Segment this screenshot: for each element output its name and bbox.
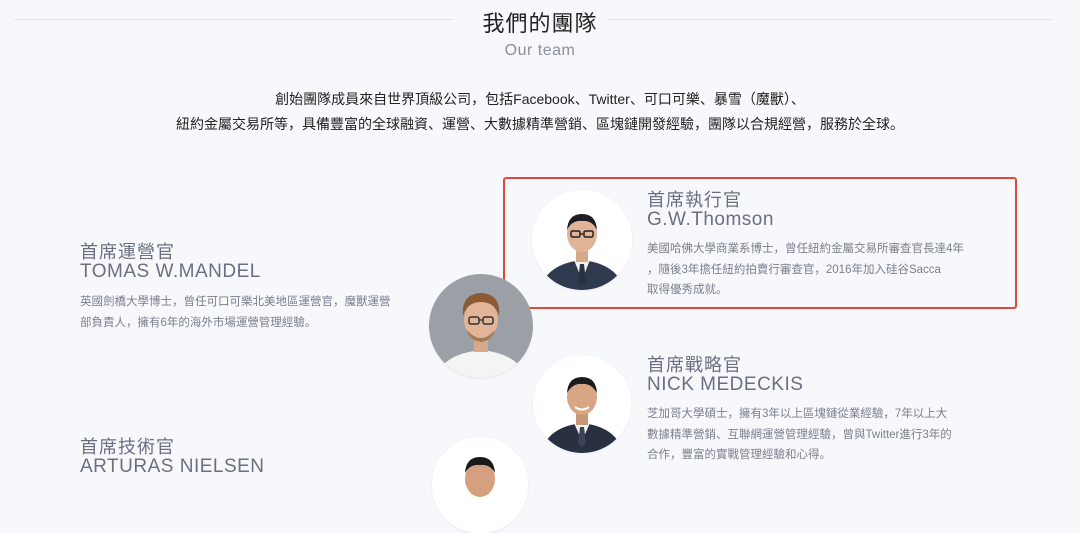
ceo-avatar (532, 190, 632, 290)
cso-name: NICK MEDECKIS (647, 374, 804, 395)
cso-avatar (533, 355, 631, 453)
cto-avatar (432, 437, 528, 533)
cso-description: 芝加哥大學碩士，擁有3年以上區塊鏈從業經驗，7年以上大 數據精準營銷、互聯網運營… (647, 408, 952, 461)
section-title: 我們的團隊 (482, 11, 598, 36)
intro-line-2: 紐約金屬交易所等，具備豐富的全球融資、運營、大數據精準營銷、區塊鏈開發經驗，團隊… (176, 116, 904, 132)
coo-name: TOMAS W.MANDEL (80, 261, 261, 282)
intro-line-1: 創始團隊成員來自世界頂級公司，包括Facebook、Twitter、可口可樂、暴… (275, 91, 805, 107)
coo-avatar (429, 274, 533, 378)
section-subtitle: Our team (504, 42, 576, 59)
coo-description: 英國劍橋大學博士，曾任可口可樂北美地區運營官，魔獸運營 部負責人，擁有6年的海外… (80, 296, 391, 329)
ceo-description: 美國哈佛大學商業系博士，曾任紐約金屬交易所審查官長達4年 ，隨後3年擔任紐約拍賣… (647, 243, 964, 296)
ceo-name: G.W.Thomson (647, 209, 774, 230)
cto-name: ARTURAS NIELSEN (80, 456, 265, 477)
